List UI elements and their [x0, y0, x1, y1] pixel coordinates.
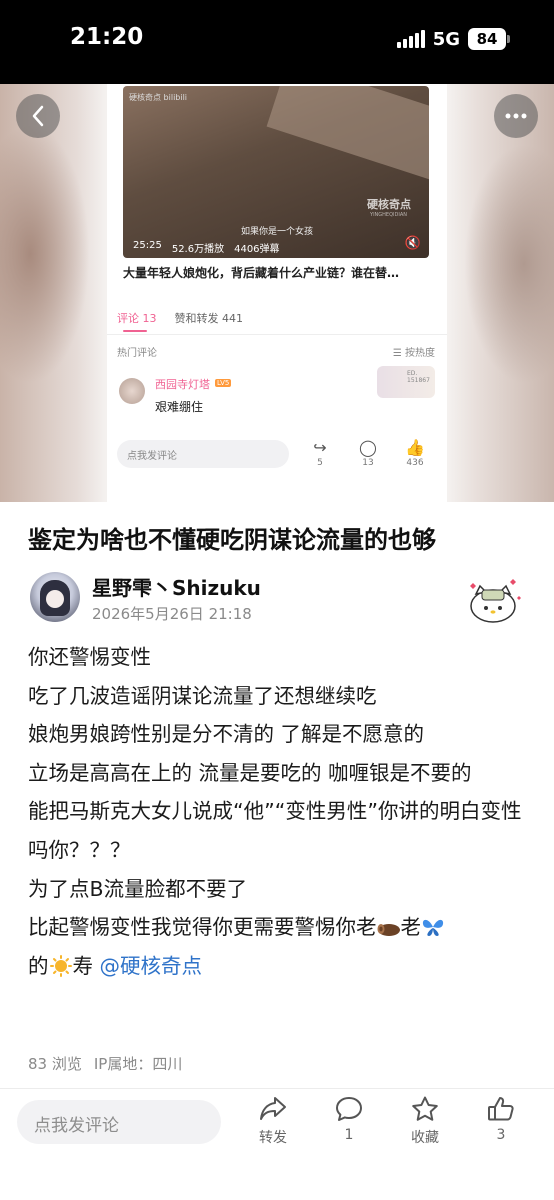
more-icon	[505, 113, 527, 119]
author-name[interactable]: 星野雫丶Shizuku	[92, 572, 261, 601]
commenter-avatar	[119, 378, 145, 404]
inner-tab-reposts: 赞和转发 441	[174, 312, 244, 325]
share-label: 转发	[259, 1130, 287, 1146]
video-watermark: 硬核奇点	[367, 198, 411, 211]
image-blur-right	[464, 144, 554, 384]
status-indicators: 5G 84	[396, 28, 510, 50]
inner-share-count: 5	[317, 458, 323, 468]
status-time: 21:20	[70, 24, 144, 50]
comment-input[interactable]: 点我发评论	[17, 1100, 221, 1144]
post-line: 为了点B流量脸都不要了	[28, 876, 248, 901]
comment-icon	[336, 1097, 362, 1121]
post-line: 娘炮男娘跨性别是分不清的 了解是不愿意的	[28, 722, 425, 747]
inner-tabs: 评论 13 赞和转发 441	[117, 310, 244, 332]
inner-comment-input: 点我发评论	[117, 440, 289, 468]
post-body: 你还警惕变性 吃了几波造谣阴谋论流量了还想继续吃 娘炮男娘跨性别是分不清的 了解…	[28, 638, 528, 985]
post-image[interactable]: 硬核奇点 bilibili 硬核奇点 YINGHEQIDIAN 如果你是一个女孩…	[0, 84, 554, 502]
inner-share: ↪ 5	[305, 438, 335, 468]
post-text: 老	[400, 915, 422, 940]
video-watermark-sub: YINGHEQIDIAN	[370, 212, 407, 218]
hello-kitty-badge-icon	[470, 579, 521, 623]
post-text: 的	[28, 953, 49, 978]
video-danmaku: 4406弹幕	[234, 244, 280, 255]
log-emoji-icon	[377, 924, 400, 937]
post-text: 比起警惕变性我觉得你更需要警惕你老	[28, 915, 377, 940]
signal-icon	[396, 30, 425, 48]
comment-text: 艰难绷住	[155, 400, 204, 414]
inner-action-bar: 点我发评论 ↪ 5 ◯ 13 👍 436	[107, 432, 447, 502]
commenter-name: 西园寺灯塔	[155, 378, 210, 391]
level-badge: LV5	[215, 379, 232, 387]
sort-label: ☰ 按热度	[392, 348, 435, 359]
post-line: 立场是高高在上的 流量是要吃的 咖喱银是不要的	[28, 760, 472, 785]
video-title: 大量年轻人娘炮化，背后藏着什么产业链？谁在替…	[123, 266, 400, 280]
status-bar: 21:20 5G 84	[0, 0, 554, 84]
thumbs-up-icon: 👍	[405, 438, 425, 457]
video-duration: 25:25	[133, 240, 162, 251]
post-line-last: 比起警惕变性我觉得你更需要警惕你老老的寿 @硬核奇点	[28, 908, 528, 985]
share-icon	[260, 1097, 286, 1120]
ip-location: IP属地：四川	[93, 1055, 183, 1073]
inner-like-count: 436	[406, 458, 424, 468]
back-button[interactable]	[16, 94, 60, 138]
post-line: 能把马斯克大女儿说成“他”“变性男性”你讲的明白变性吗你？？？	[28, 799, 522, 862]
like-count: 3	[496, 1127, 506, 1143]
post-title: 鉴定为啥也不懂硬吃阴谋论流量的也够	[28, 526, 436, 554]
sun-emoji-icon	[49, 954, 72, 977]
inner-tab-comments: 评论 13	[117, 312, 157, 332]
embedded-screenshot: 硬核奇点 bilibili 硬核奇点 YINGHEQIDIAN 如果你是一个女孩…	[107, 84, 447, 502]
comment-sticker: ED. 151867	[377, 366, 435, 398]
image-blur-left	[0, 124, 90, 384]
share-icon: ↪	[313, 438, 327, 457]
post-text: 寿	[72, 953, 94, 978]
video-plays: 52.6万播放	[171, 244, 225, 255]
mute-icon: 🔇	[404, 236, 421, 251]
hot-comments-label: 热门评论	[117, 348, 157, 359]
video-meta: 25:25 52.6万播放 4406弹幕	[133, 240, 280, 255]
comment-count: 1	[344, 1127, 354, 1143]
inner-like: 👍 436	[400, 438, 430, 468]
video-logo: 硬核奇点 bilibili	[129, 93, 188, 102]
star-icon	[412, 1096, 438, 1121]
video-thumbnail: 硬核奇点 bilibili 硬核奇点 YINGHEQIDIAN 如果你是一个女孩…	[123, 86, 429, 258]
thumbs-up-icon	[488, 1097, 514, 1121]
post-date: 2026年5月26日 21:18	[92, 605, 252, 623]
post-line: 你还警惕变性	[28, 645, 151, 669]
avatar[interactable]	[30, 572, 80, 622]
battery-icon: 84	[468, 28, 510, 50]
post-stats: 83 浏览 IP属地：四川	[28, 1053, 182, 1074]
more-button[interactable]	[494, 94, 538, 138]
favorite-button[interactable]: 收藏	[395, 1095, 455, 1147]
video-subtitle: 如果你是一个女孩	[241, 227, 314, 237]
post-line: 吃了几波造谣阴谋论流量了还想继续吃	[28, 683, 377, 708]
comment-icon: ◯	[359, 438, 377, 457]
comment-button[interactable]: 1	[319, 1095, 379, 1143]
like-button[interactable]: 3	[471, 1095, 531, 1143]
favorite-label: 收藏	[411, 1130, 439, 1146]
inner-comment: ◯ 13	[353, 438, 383, 468]
inner-comment-count: 13	[362, 458, 374, 468]
divider	[107, 334, 447, 335]
view-count: 83 浏览	[28, 1055, 82, 1073]
bottom-action-bar: 点我发评论 转发 1 收藏 3	[0, 1088, 554, 1200]
network-label: 5G	[432, 28, 460, 50]
share-button[interactable]: 转发	[243, 1095, 303, 1147]
mention-link[interactable]: @硬核奇点	[100, 954, 203, 978]
butterfly-emoji-icon	[422, 919, 444, 937]
chevron-left-icon	[32, 105, 44, 127]
